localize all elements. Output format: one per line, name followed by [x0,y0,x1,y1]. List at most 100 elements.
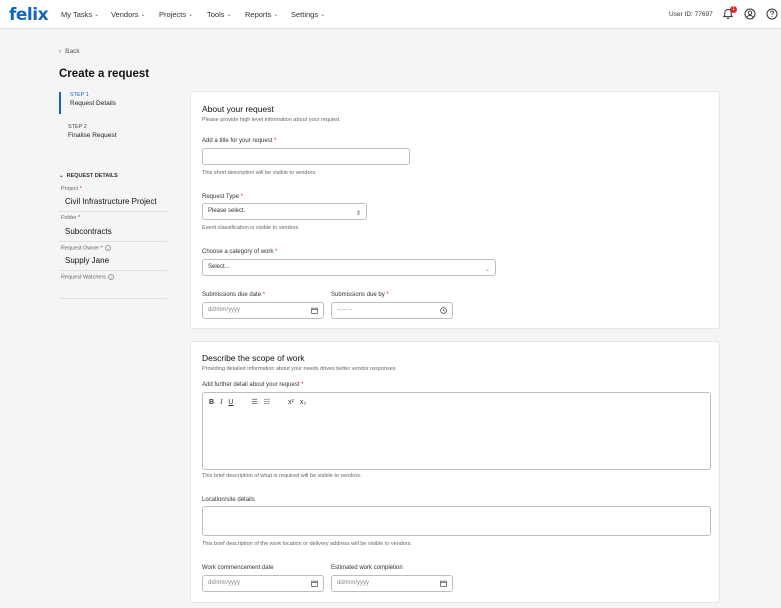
bullet-list-button[interactable]: ☰ [251,398,257,406]
nav-settings[interactable]: Settings ⌄ [291,10,325,19]
due-by-time-input[interactable]: --:-- -- [331,302,453,319]
category-value: Select... [208,264,230,270]
folder-label: Folder * [61,215,80,221]
required-asterisk: * [79,186,82,192]
required-asterisk: * [262,292,266,298]
request-title-input[interactable] [202,148,410,165]
request-type-label-text: Request Type [202,194,239,200]
felix-logo[interactable]: felix [9,5,49,25]
nav-projects[interactable]: Projects ⌄ [159,10,193,19]
location-textarea[interactable] [202,506,711,536]
chevron-down-icon: ⌄ [273,12,279,18]
updown-arrows-icon: ⇕ [355,211,361,217]
step-finalise-request[interactable]: STEP 2 Finalise Request [59,124,116,139]
nav-label: My Tasks [61,10,93,19]
due-by-label: Submissions due by * [331,292,389,298]
detail-helper-text: This brief description of what is requir… [202,473,362,479]
clock-icon[interactable] [440,307,447,314]
scope-of-work-card: Describe the scope of work Providing det… [190,341,720,603]
title-helper-text: This short description will be visible t… [202,170,317,176]
chevron-down-icon: ⌄ [59,173,64,179]
request-watchers-label: Request Watchers i [61,274,115,281]
info-icon[interactable]: i [108,274,115,280]
folder-label-text: Folder [61,215,77,221]
request-details-heading: REQUEST DETAILS [66,173,118,179]
chevron-down-icon: ⌄ [484,267,490,273]
commence-date-placeholder: dd/mm/yyyy [208,580,241,586]
nav-tools[interactable]: Tools ⌄ [207,10,232,19]
back-label: Back [65,48,80,55]
info-icon[interactable]: i [104,245,111,251]
calendar-icon[interactable] [311,307,318,314]
card-title: About your request [202,104,274,114]
help-icon[interactable] [766,8,778,20]
calendar-icon[interactable] [311,580,318,587]
required-asterisk: * [386,292,389,298]
underline-button[interactable]: U [228,399,233,406]
user-account-icon[interactable] [744,8,756,20]
italic-button[interactable]: I [220,398,222,406]
step-request-details[interactable]: STEP 1 Request Details [59,92,116,114]
subscript-button[interactable]: x₂ [300,399,306,406]
due-date-label-text: Submissions due date [202,292,262,298]
step-label: Finalise Request [68,132,117,139]
request-watchers-value [59,286,167,299]
step-number: STEP 1 [70,92,89,98]
detail-label-text: Add further detail about your request [202,382,300,388]
commence-date-input[interactable]: dd/mm/yyyy [202,575,324,592]
nav-label: Reports [245,10,272,19]
request-owner-label-text: Request Owner [61,245,100,252]
request-type-value: Please select. [208,208,246,214]
bold-button[interactable]: B [209,399,214,406]
request-type-label: Request Type * [202,194,243,200]
calendar-icon[interactable] [440,580,447,587]
chevron-down-icon: ⌄ [94,12,100,18]
nav-label: Tools [207,10,225,19]
detail-label: Add further detail about your request * [202,382,303,388]
title-field-label-text: Add a title for your request [202,138,273,144]
completion-date-placeholder: dd/mm/yyyy [337,580,370,586]
editor-toolbar: B I U ☰ ☷ x² x₂ [209,398,306,406]
back-link[interactable]: ‹ Back [59,48,80,55]
required-asterisk: * [78,215,81,221]
required-asterisk: * [240,194,243,200]
request-owner-value: Supply Jane [59,256,167,271]
nav-label: Projects [159,10,187,19]
due-date-label: Submissions due date * [202,292,265,298]
project-label-text: Project [61,186,79,192]
rich-text-editor[interactable]: B I U ☰ ☷ x² x₂ [202,392,711,470]
card-subtitle: Providing detailed information about you… [202,366,396,372]
required-asterisk: * [100,245,103,252]
page-title: Create a request [59,68,150,80]
category-select[interactable]: Select... ⌄ [202,259,496,276]
chevron-down-icon: ⌄ [320,12,326,18]
folder-value: Subcontracts [59,227,167,242]
nav-vendors[interactable]: Vendors ⌄ [111,10,146,19]
due-date-input[interactable]: dd/mm/yyyy [202,302,324,319]
category-label-text: Choose a category of work [202,249,274,255]
request-type-select[interactable]: Please select. ⇕ [202,203,367,220]
required-asterisk: * [301,382,304,388]
nav-reports[interactable]: Reports ⌄ [245,10,278,19]
superscript-button[interactable]: x² [288,399,294,406]
location-label: Location/site details [202,497,255,503]
commence-date-label: Work commencement date [202,565,274,571]
project-label: Project * [61,186,82,192]
chevron-down-icon: ⌄ [188,12,194,18]
title-field-label: Add a title for your request * [202,138,276,144]
notification-badge: 1 [730,6,737,13]
type-helper-text: Event classification is visible to vendo… [202,225,300,231]
due-by-placeholder: --:-- -- [337,307,353,313]
request-watchers-label-text: Request Watchers [61,274,107,281]
completion-date-input[interactable]: dd/mm/yyyy [331,575,453,592]
chevron-down-icon: ⌄ [226,12,232,18]
category-label: Choose a category of work * [202,249,277,255]
required-asterisk: * [274,138,277,144]
step-number: STEP 2 [68,124,87,130]
step-label: Request Details [70,100,116,107]
nav-my-tasks[interactable]: My Tasks ⌄ [61,10,99,19]
top-navigation: felix My Tasks ⌄ Vendors ⌄ Projects ⌄ Tools… [0,0,781,29]
numbered-list-button[interactable]: ☷ [264,398,270,406]
request-details-toggle[interactable]: ⌄ REQUEST DETAILS [59,173,118,179]
about-request-card: About your request Please provide high l… [190,91,720,329]
